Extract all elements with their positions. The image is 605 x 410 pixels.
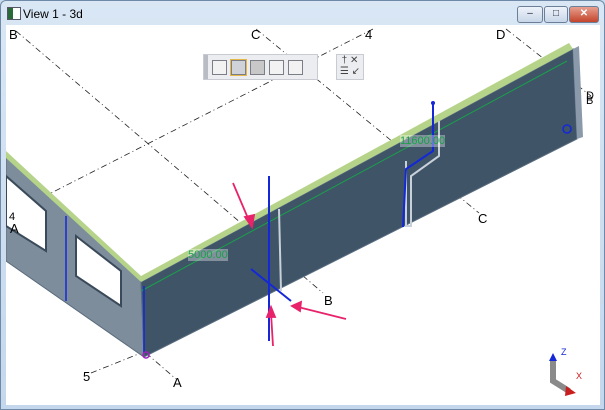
section-icon[interactable] <box>288 59 303 75</box>
plan-icon[interactable] <box>212 59 227 75</box>
axis-z-label: Z <box>561 347 567 357</box>
grid-label-a-bottom: A <box>173 375 182 390</box>
grid-label-b: B <box>9 27 18 42</box>
axis-indicator <box>549 353 576 396</box>
grid-label-b-mid: B <box>324 293 333 308</box>
view-toolbar <box>203 54 318 80</box>
solid-icon[interactable] <box>250 59 265 75</box>
grid-line-a <box>145 352 177 380</box>
grid-label-4: 4 <box>365 27 373 42</box>
view-icon <box>7 7 21 20</box>
toolbar-close-icon[interactable]: ✕ <box>350 55 358 66</box>
grid-label-a-left: A <box>10 221 19 236</box>
grid-line-5 <box>90 350 147 374</box>
title-bar[interactable]: View 1 - 3d – □ ✕ <box>1 1 604 25</box>
3d-viewport[interactable]: B C 4 D D B 4 A C B 5 A 11600.00 5000.00… <box>6 25 600 405</box>
grid-label-d: D <box>496 27 506 42</box>
window-title: View 1 - 3d <box>23 7 83 21</box>
columns-icon[interactable] <box>230 58 247 76</box>
dimension-11600: 11600.00 <box>400 135 446 147</box>
maximize-button[interactable]: □ <box>544 6 568 23</box>
toolbar-controls: † ✕ ☰ ↙ <box>336 54 364 80</box>
grid-label-b-right: B <box>586 95 594 107</box>
shrink-icon[interactable]: ↙ <box>352 66 360 77</box>
axis-x-label: X <box>576 371 583 381</box>
view-window: View 1 - 3d – □ ✕ B C 4 D D B 4 A C B 5 … <box>0 0 605 410</box>
split-icon[interactable] <box>269 59 284 75</box>
model-scene <box>6 28 592 396</box>
close-button[interactable]: ✕ <box>569 6 599 23</box>
list-icon[interactable]: ☰ <box>340 66 349 77</box>
pin-icon[interactable]: † <box>342 55 348 66</box>
grid-label-c-mid: C <box>478 211 488 226</box>
grid-label-5: 5 <box>83 369 91 384</box>
toolbar-grip[interactable] <box>204 55 208 79</box>
dimension-5000: 5000.00 <box>188 249 228 261</box>
main-wall <box>140 48 578 358</box>
grid-label-c: C <box>251 27 261 42</box>
minimize-button[interactable]: – <box>517 6 543 23</box>
